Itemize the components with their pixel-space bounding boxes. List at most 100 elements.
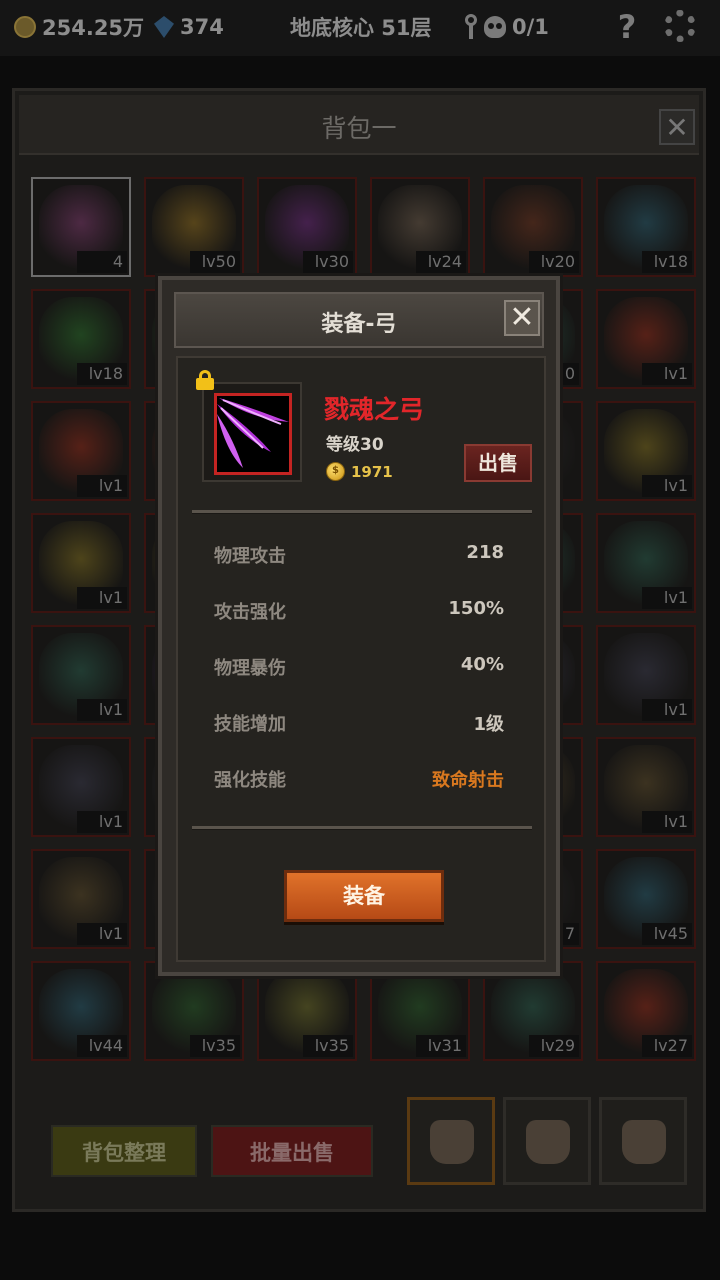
slot-level-label: lv35 [190, 1035, 240, 1057]
bag-close-button[interactable]: ✕ [659, 109, 695, 145]
slot-level-label: lv1 [642, 363, 692, 385]
bag-slot[interactable]: lv1 [31, 401, 131, 501]
equip-button[interactable]: 装备 [284, 870, 444, 922]
dialog-close-button[interactable]: ✕ [504, 300, 540, 336]
bag-slot[interactable]: lv24 [370, 177, 470, 277]
stat-label: 强化技能 [214, 770, 286, 791]
bag-slot[interactable]: lv18 [31, 289, 131, 389]
slot-level-label: lv1 [77, 475, 127, 497]
slot-level-label: lv18 [642, 251, 692, 273]
item-name: 戮魂之弓 [324, 395, 425, 424]
slot-level-label: lv44 [77, 1035, 127, 1057]
price-value: 1971 [351, 462, 393, 481]
location-text: 地底核心 51层 [290, 16, 432, 40]
bag-title: 背包一 [321, 114, 397, 143]
slot-level-label: lv1 [77, 923, 127, 945]
bag-slot[interactable]: lv1 [596, 513, 696, 613]
stat-label: 物理暴伤 [214, 658, 286, 679]
item-price: $ 1971 [326, 462, 393, 481]
bag-slot[interactable]: lv20 [483, 177, 583, 277]
slot-level-label: lv20 [529, 251, 579, 273]
divider-bottom [192, 826, 532, 830]
slot-level-label: 4 [77, 251, 127, 273]
divider-top [192, 510, 532, 514]
gem-counter: 374 [154, 12, 224, 42]
top-status-bar: 254.25万 374 地底核心 51层 0/1 ? [0, 0, 720, 56]
key-counter: 0/1 [464, 12, 549, 42]
bag-slot[interactable]: lv45 [596, 849, 696, 949]
item-level: 等级30 [326, 435, 384, 455]
dialog-header: 装备-弓 ✕ [174, 292, 544, 348]
stat-label: 攻击强化 [214, 602, 286, 623]
skull-icon [484, 16, 506, 38]
backpack-icon [526, 1120, 570, 1164]
bag-tab-1[interactable] [407, 1097, 495, 1185]
bag-slot[interactable]: lv1 [596, 737, 696, 837]
slot-level-label: lv50 [190, 251, 240, 273]
slot-level-label: lv1 [77, 699, 127, 721]
bag-slot[interactable]: lv35 [257, 961, 357, 1061]
sell-button[interactable]: 出售 [464, 444, 532, 482]
bulk-sell-button[interactable]: 批量出售 [211, 1125, 373, 1177]
slot-level-label: lv35 [303, 1035, 353, 1057]
coin-amount: 254.25万 [42, 16, 145, 40]
coin-icon [14, 16, 36, 38]
bag-slot[interactable]: lv31 [370, 961, 470, 1061]
gear-icon[interactable] [664, 10, 696, 42]
stat-label: 技能增加 [214, 714, 286, 735]
stat-value: 40% [460, 654, 504, 675]
bag-slot[interactable]: lv29 [483, 961, 583, 1061]
stat-value: 218 [466, 542, 504, 563]
stat-row: 技能增加 1级 [214, 710, 504, 740]
gem-amount: 374 [180, 15, 224, 39]
equipment-dialog: 装备-弓 ✕ 戮魂之弓 等级30 $ 1971 出售 物理攻击 218 攻击强化… [158, 276, 560, 976]
coin-counter: 254.25万 [14, 12, 144, 42]
dialog-title: 装备-弓 [321, 312, 397, 337]
slot-level-label: lv1 [642, 587, 692, 609]
slot-level-label: lv31 [416, 1035, 466, 1057]
gold-coin-icon: $ [326, 462, 345, 481]
sort-bag-button[interactable]: 背包整理 [51, 1125, 197, 1177]
slot-level-label: lv45 [642, 923, 692, 945]
gem-icon [154, 16, 174, 38]
bag-slot[interactable]: lv18 [596, 177, 696, 277]
bag-slot[interactable]: lv35 [144, 961, 244, 1061]
bag-slot[interactable]: lv1 [596, 401, 696, 501]
slot-level-label: lv27 [642, 1035, 692, 1057]
bag-slot[interactable]: 4 [31, 177, 131, 277]
bag-header: 背包一 ✕ [19, 95, 699, 155]
stat-row: 物理攻击 218 [214, 542, 504, 572]
bag-slot[interactable]: lv1 [31, 849, 131, 949]
help-icon[interactable]: ? [612, 10, 642, 44]
stat-row: 攻击强化 150% [214, 598, 504, 628]
stat-row: 物理暴伤 40% [214, 654, 504, 684]
bag-slot[interactable]: lv44 [31, 961, 131, 1061]
slot-level-label: lv29 [529, 1035, 579, 1057]
lock-icon[interactable] [196, 370, 214, 390]
backpack-icon [430, 1120, 474, 1164]
bag-slot[interactable]: lv50 [144, 177, 244, 277]
location-label: 地底核心 51层 [290, 12, 432, 42]
slot-level-label: lv24 [416, 251, 466, 273]
item-icon [214, 393, 292, 475]
slot-level-label: lv1 [642, 699, 692, 721]
stat-row: 强化技能 致命射击 [214, 766, 504, 796]
bag-tab-3[interactable] [599, 1097, 687, 1185]
stat-label: 物理攻击 [214, 546, 286, 567]
dialog-body: 戮魂之弓 等级30 $ 1971 出售 物理攻击 218 攻击强化 150% 物… [176, 356, 546, 962]
bag-slot[interactable]: lv1 [31, 737, 131, 837]
bow-claw-icon [217, 398, 289, 468]
bag-slot[interactable]: lv30 [257, 177, 357, 277]
bag-slot[interactable]: lv1 [596, 289, 696, 389]
key-icon [464, 14, 478, 40]
bag-slot[interactable]: lv1 [596, 625, 696, 725]
slot-level-label: lv1 [642, 475, 692, 497]
slot-level-label: lv1 [77, 587, 127, 609]
bag-slot[interactable]: lv1 [31, 513, 131, 613]
bag-slot[interactable]: lv27 [596, 961, 696, 1061]
key-count: 0/1 [512, 15, 549, 39]
slot-level-label: lv1 [642, 811, 692, 833]
bag-slot[interactable]: lv1 [31, 625, 131, 725]
bag-tab-2[interactable] [503, 1097, 591, 1185]
backpack-icon [622, 1120, 666, 1164]
